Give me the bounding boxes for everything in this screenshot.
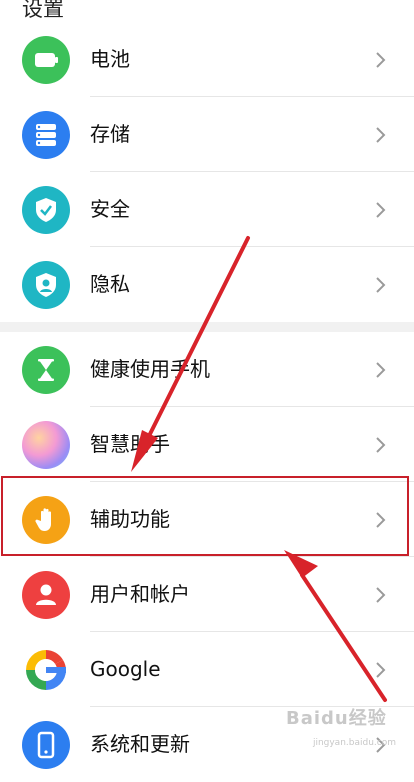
- settings-item-storage[interactable]: 存储: [0, 97, 414, 172]
- chevron-right-icon: [374, 632, 388, 707]
- shield-check-icon: [22, 186, 70, 234]
- page-title: 设置: [22, 0, 64, 21]
- settings-item-label: 用户和帐户: [90, 582, 190, 606]
- settings-item-label: 电池: [90, 47, 130, 71]
- assistant-orb-icon: [22, 421, 70, 469]
- highlight-box: [1, 476, 409, 556]
- chevron-right-icon: [374, 407, 388, 482]
- settings-item-security[interactable]: 安全: [0, 172, 414, 247]
- chevron-right-icon: [374, 557, 388, 632]
- settings-item-users-accounts[interactable]: 用户和帐户: [0, 557, 414, 632]
- settings-item-label: 存储: [90, 122, 130, 146]
- chevron-right-icon: [374, 172, 388, 247]
- settings-item-label: 健康使用手机: [90, 357, 210, 381]
- settings-item-label: 系统和更新: [90, 732, 190, 756]
- storage-icon: [22, 111, 70, 159]
- settings-item-digital-balance[interactable]: 健康使用手机: [0, 332, 414, 407]
- settings-item-label: 智慧助手: [90, 432, 170, 456]
- settings-item-label: 安全: [90, 197, 130, 221]
- chevron-right-icon: [374, 247, 388, 322]
- watermark-url: jingyan.baidu.com: [312, 738, 396, 748]
- settings-group-1: 电池 存储 安全 隐私: [0, 22, 414, 322]
- google-icon: [22, 646, 70, 694]
- settings-item-smart-assistant[interactable]: 智慧助手: [0, 407, 414, 482]
- chevron-right-icon: [374, 97, 388, 172]
- settings-item-label: 隐私: [90, 272, 130, 296]
- hourglass-icon: [22, 346, 70, 394]
- user-icon: [22, 571, 70, 619]
- watermark: Baidu经验 jingyan.baidu.com: [286, 704, 398, 748]
- battery-icon: [22, 36, 70, 84]
- system-update-icon: [22, 721, 70, 769]
- settings-item-battery[interactable]: 电池: [0, 22, 414, 97]
- chevron-right-icon: [374, 332, 388, 407]
- settings-item-google[interactable]: Google: [0, 632, 414, 707]
- watermark-logo-text: Baidu经验: [286, 708, 387, 729]
- chevron-right-icon: [374, 22, 388, 97]
- settings-item-label: Google: [90, 657, 161, 681]
- privacy-shield-icon: [22, 261, 70, 309]
- settings-item-privacy[interactable]: 隐私: [0, 247, 414, 322]
